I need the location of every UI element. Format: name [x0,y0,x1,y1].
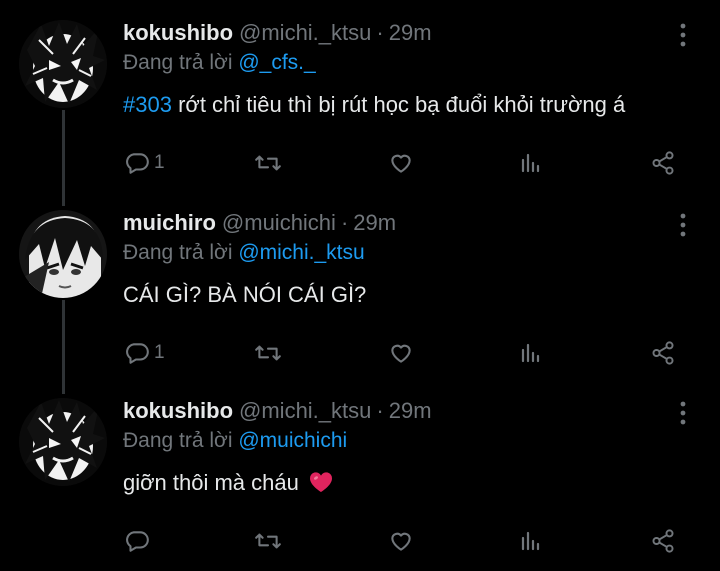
tweet-body: rớt chỉ tiêu thì bị rút học bạ đuổi khỏi… [171,92,626,117]
tweet-body: giỡn thôi mà cháu [123,470,305,495]
views-button[interactable] [519,526,543,556]
share-button[interactable] [650,338,676,368]
action-bar: 1 [0,338,720,368]
mention-link[interactable]: @_cfs._ [238,51,315,74]
replying-to: Đang trả lời @muichichi [123,429,347,453]
reply-count: 1 [154,152,165,173]
like-button[interactable] [387,148,415,178]
retweet-icon [255,345,281,361]
reply-button[interactable]: 1 [124,148,165,178]
views-button[interactable] [519,338,543,368]
like-button[interactable] [387,338,415,368]
share-button[interactable] [650,148,676,178]
tweet[interactable]: kokushibo @michi._ktsu · 29m Đang trả lờ… [0,398,720,558]
tweet-header: muichiro @muichichi · 29m [123,210,396,240]
more-vertical-icon [680,213,686,237]
avatar[interactable] [19,20,107,108]
share-icon [652,341,674,365]
reply-button[interactable] [124,526,150,556]
user-handle[interactable]: @michi._ktsu [239,20,371,46]
hashtag-link[interactable]: #303 [123,92,172,117]
heart-icon [391,532,411,551]
separator: · [376,20,384,45]
retweet-button[interactable] [254,338,282,368]
like-button[interactable] [387,526,415,556]
bar-chart-icon [521,153,540,173]
display-name[interactable]: muichiro [123,210,216,236]
share-button[interactable] [650,526,676,556]
reply-button[interactable]: 1 [124,338,165,368]
tweet-header: kokushibo @michi._ktsu · 29m [123,20,432,50]
avatar[interactable] [19,210,107,298]
tweet[interactable]: muichiro @muichichi · 29m Đang trả lời @… [0,210,720,370]
action-bar [0,526,720,556]
mention-link[interactable]: @muichichi [238,429,347,452]
replying-to-label: Đang trả lời [123,241,233,264]
comment-icon [126,343,149,364]
retweet-icon [255,533,281,549]
retweet-button[interactable] [254,526,282,556]
tweet-text: CÁI GÌ? BÀ NÓI CÁI GÌ? [123,282,367,307]
bar-chart-icon [521,531,540,551]
retweet-icon [255,155,281,171]
manga-avatar-icon [19,20,107,108]
separator: · [340,210,349,235]
tweet-header: kokushibo @michi._ktsu · 29m [123,398,432,428]
user-handle[interactable]: @michi._ktsu [239,398,371,424]
red-heart-emoji [309,472,332,492]
tweet[interactable]: kokushibo @michi._ktsu · 29m Đang trả lờ… [0,20,720,180]
tweet-text: #303 rớt chỉ tiêu thì bị rút học bạ đuổi… [123,92,625,118]
reply-count: 1 [154,342,165,363]
replying-to-label: Đang trả lời [123,51,233,74]
timestamp[interactable]: 29m [389,20,432,46]
heart-icon [391,344,411,363]
retweet-button[interactable] [254,148,282,178]
replying-to: Đang trả lời @michi._ktsu [123,241,365,265]
tweet-text: giỡn thôi mà cháu [123,470,333,496]
more-button[interactable] [676,22,690,48]
user-handle[interactable]: @muichichi [222,210,336,236]
more-vertical-icon [680,23,686,47]
avatar[interactable] [19,398,107,486]
heart-icon [391,154,411,173]
more-button[interactable] [676,400,690,426]
mention-link[interactable]: @michi._ktsu [238,241,364,264]
manga-avatar-icon [19,210,107,298]
share-icon [652,529,674,553]
separator: · [376,398,384,423]
more-button[interactable] [676,212,690,238]
action-bar: 1 [0,148,720,178]
timestamp[interactable]: 29m [353,210,396,236]
display-name[interactable]: kokushibo [123,20,233,46]
replying-to: Đang trả lời @_cfs._ [123,51,316,75]
more-vertical-icon [680,401,686,425]
comment-icon [126,531,149,552]
timestamp[interactable]: 29m [389,398,432,424]
display-name[interactable]: kokushibo [123,398,233,424]
replying-to-label: Đang trả lời [123,429,233,452]
share-icon [652,151,674,175]
bar-chart-icon [521,343,540,363]
comment-icon [126,153,149,174]
manga-avatar-icon [19,398,107,486]
views-button[interactable] [519,148,543,178]
